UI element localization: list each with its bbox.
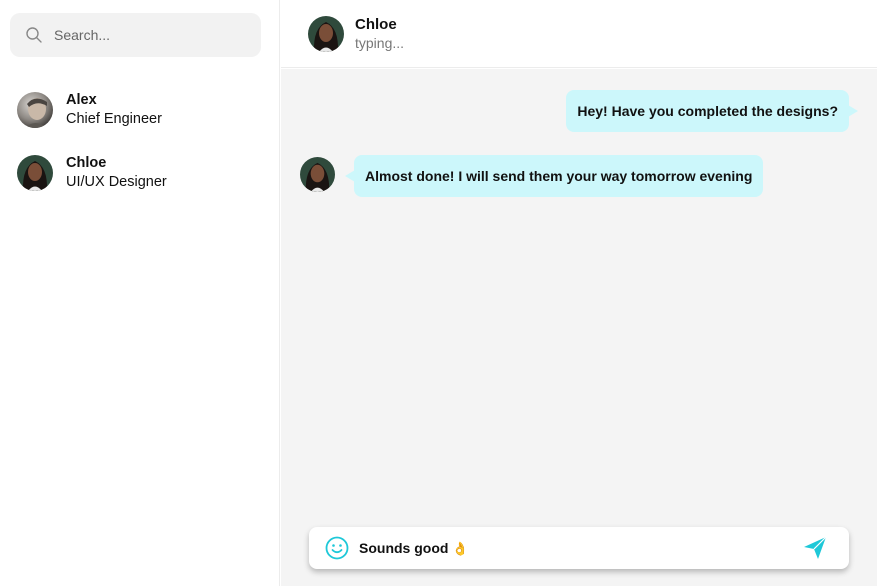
contact-item-chloe[interactable]: Chloe UI/UX Designer — [0, 145, 280, 201]
chat-partner-name: Chloe — [355, 15, 397, 33]
search-icon — [26, 27, 42, 43]
message-input[interactable]: Sounds good 👌 — [359, 540, 849, 557]
search-input[interactable] — [54, 27, 244, 43]
message-bubble-outgoing: Hey! Have you completed the designs? — [566, 90, 858, 132]
typing-status: typing... — [355, 34, 405, 51]
message-input-text: Sounds good — [359, 539, 449, 556]
chloe-avatar[interactable] — [308, 15, 344, 52]
alex-avatar — [17, 92, 53, 128]
search-bar[interactable] — [10, 13, 261, 57]
contact-role: UI/UX Designer — [66, 174, 167, 190]
message-bubble-incoming: Almost done! I will send them your way t… — [344, 155, 764, 197]
sidebar: Alex Chief Engineer Chloe UI/UX Designer — [0, 0, 280, 586]
message-composer[interactable]: Sounds good 👌 — [309, 527, 849, 569]
smiley-icon[interactable] — [325, 536, 349, 560]
chloe-avatar — [17, 155, 53, 191]
message-area[interactable]: Hey! Have you completed the designs? Alm… — [281, 69, 877, 586]
contact-item-alex[interactable]: Alex Chief Engineer — [0, 82, 280, 138]
chat-header: Chloe typing... — [281, 0, 877, 68]
contact-role: Chief Engineer — [66, 111, 162, 127]
contact-name: Chloe — [66, 155, 107, 171]
contact-name: Alex — [66, 92, 97, 108]
send-icon[interactable] — [803, 536, 827, 560]
ok-hand-emoji: 👌 — [452, 540, 469, 556]
chloe-avatar — [300, 157, 335, 192]
